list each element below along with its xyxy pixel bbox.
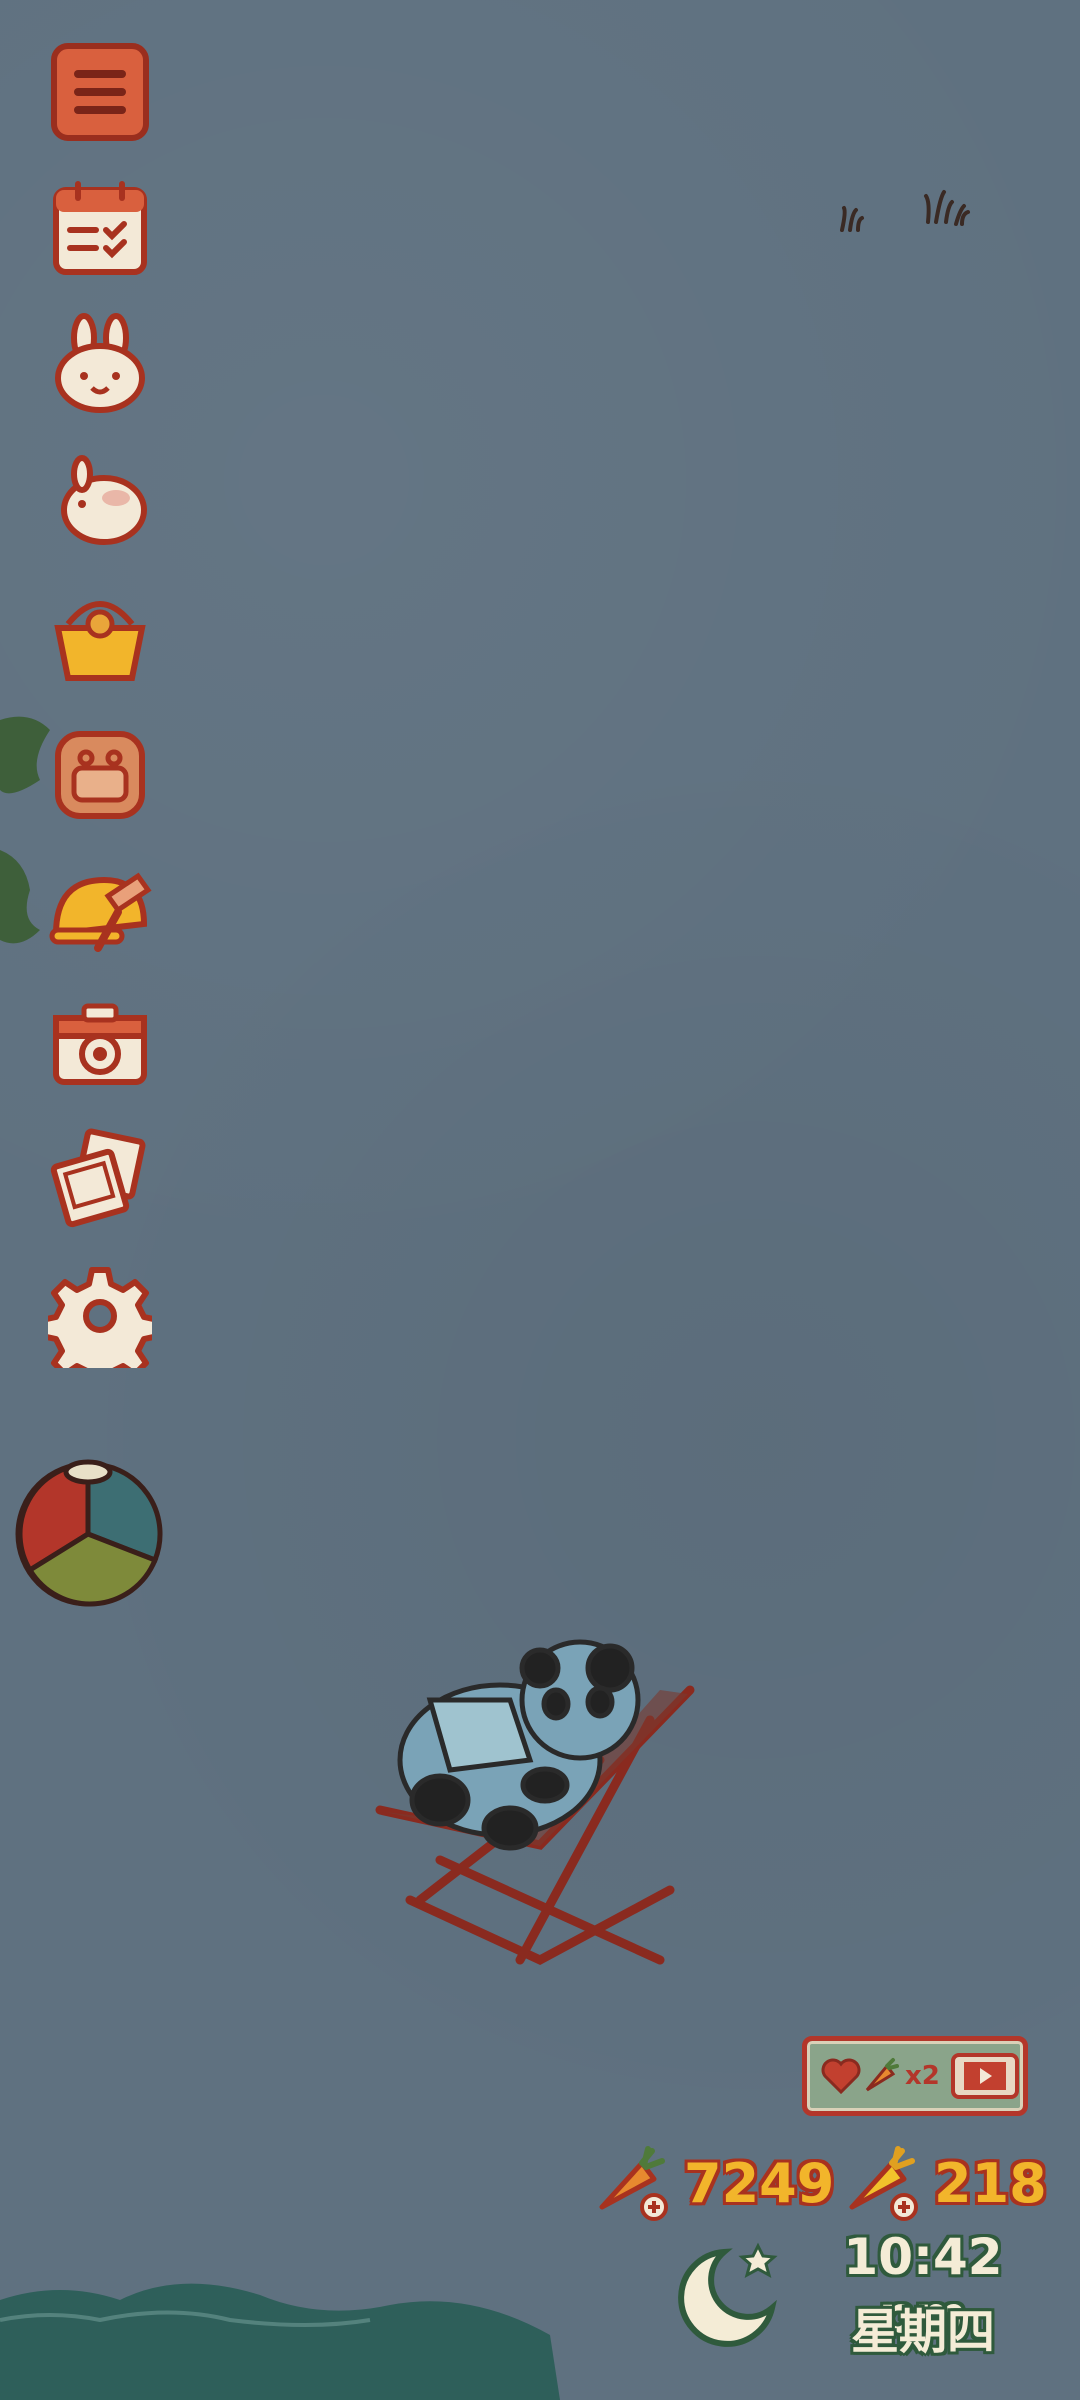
basket-icon: [54, 601, 146, 681]
carrot-count: 7249: [684, 2151, 835, 2215]
double-reward-ad-button[interactable]: x2: [802, 2036, 1028, 2116]
sea-edge: [0, 2283, 560, 2400]
settings-gear-icon: [48, 1267, 152, 1368]
camera-icon: [53, 1003, 147, 1085]
beach-ball: [15, 1459, 163, 1607]
carrot-icon: [599, 2146, 668, 2221]
backpack-button[interactable]: [48, 720, 152, 824]
tree-edge: [0, 716, 50, 944]
menu-button[interactable]: [48, 40, 152, 144]
backpack-icon: [55, 731, 145, 819]
grass-tuft: [840, 190, 970, 232]
bunny-face-icon: [55, 313, 145, 413]
gold-carrot-icon: [849, 2146, 918, 2221]
reward-multiplier: x2: [905, 2061, 940, 2091]
menu-icon: [51, 43, 149, 141]
settings-button[interactable]: [48, 1264, 152, 1368]
bunny-collection-icon: [61, 455, 147, 545]
bunny-collection-button[interactable]: [48, 448, 152, 552]
carrot-currency[interactable]: 7249: [592, 2138, 834, 2228]
calendar-tasks-icon: [53, 181, 147, 275]
heart-icon: [821, 2058, 861, 2094]
calendar-tasks-button[interactable]: [48, 176, 152, 280]
carrot-icon: [865, 2058, 899, 2092]
moon-star-icon: [678, 2242, 778, 2347]
camera-button[interactable]: [48, 992, 152, 1096]
build-button[interactable]: [48, 856, 152, 960]
gold-carrot-currency[interactable]: 218: [842, 2138, 1047, 2228]
photo-album-button[interactable]: [48, 1128, 152, 1232]
basket-button[interactable]: [48, 584, 152, 688]
photo-album-icon: [50, 1128, 146, 1228]
clock-day: 星期四: [850, 2304, 995, 2360]
video-play-icon: [950, 2053, 1019, 2099]
bunny-face-button[interactable]: [48, 312, 152, 416]
build-hammer-icon: [49, 872, 152, 952]
gold-carrot-count: 218: [934, 2151, 1047, 2215]
